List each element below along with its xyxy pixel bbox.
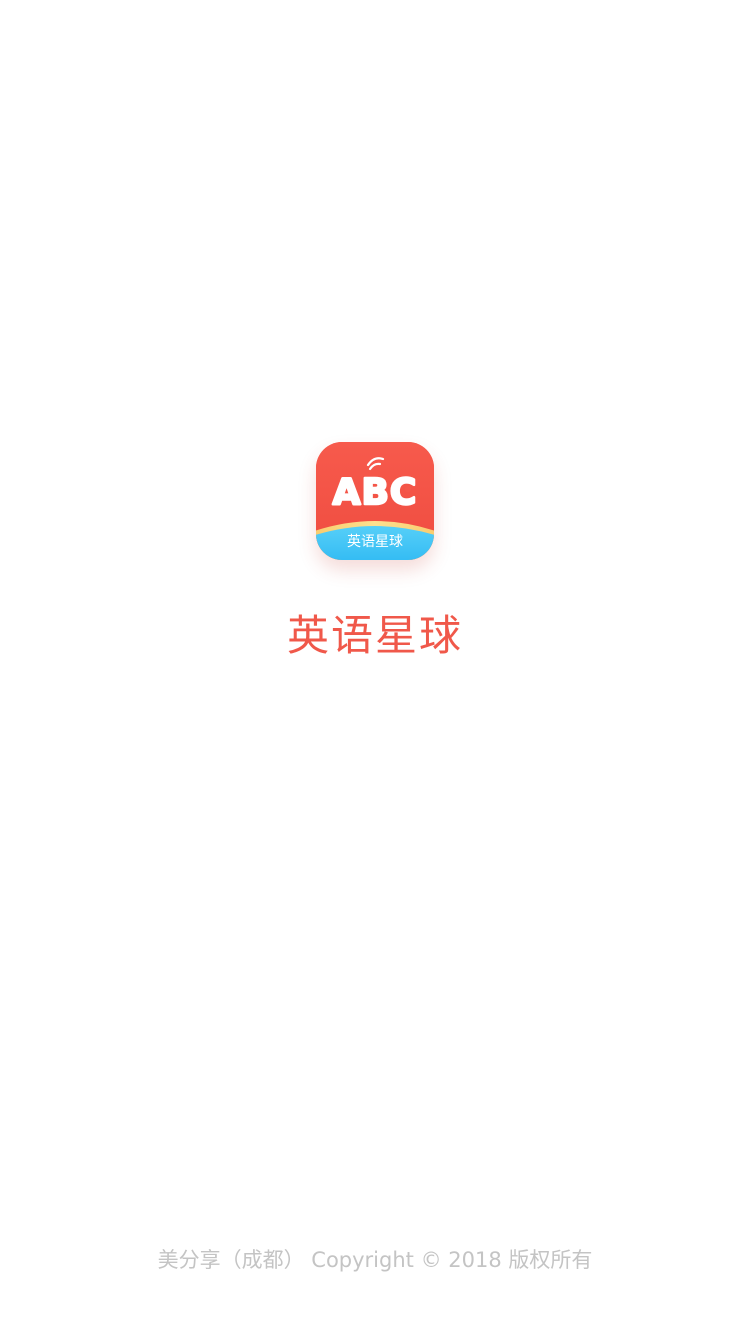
icon-letters: ABC bbox=[333, 472, 418, 513]
splash-screen: ABC 英语星球 英语星球 美分享（成都） Copyright © 2018 版… bbox=[0, 0, 750, 1334]
app-title: 英语星球 bbox=[286, 611, 463, 660]
copyright-text: 美分享（成都） Copyright © 2018 版权所有 bbox=[157, 1248, 593, 1272]
app-logo-graphic: ABC 英语星球 bbox=[316, 442, 434, 560]
app-logo-icon: ABC 英语星球 bbox=[316, 442, 434, 560]
icon-label: 英语星球 bbox=[347, 533, 403, 550]
